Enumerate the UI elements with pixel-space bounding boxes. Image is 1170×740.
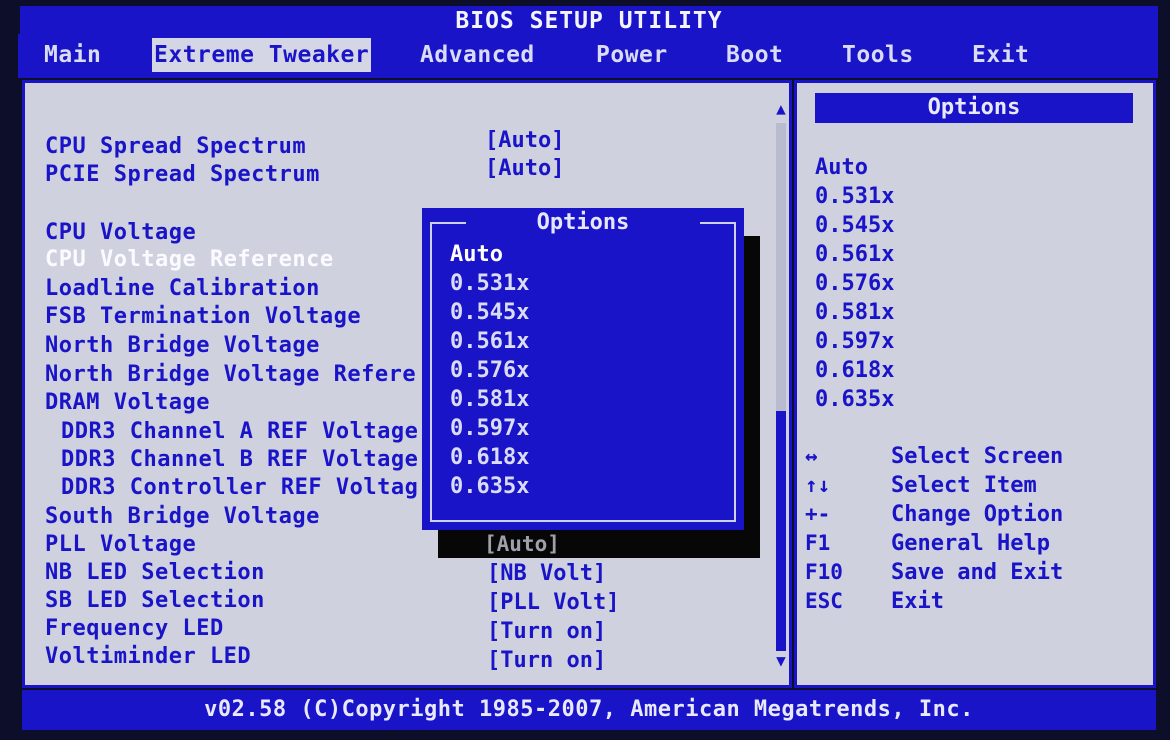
help-option: 0.545x (815, 213, 895, 238)
value-nb-led-selection[interactable]: [NB Volt] (487, 560, 606, 588)
help-option: 0.597x (815, 329, 895, 354)
setting-cpu-voltage[interactable]: CPU Voltage (45, 219, 196, 247)
setting-sb-led-selection[interactable]: SB LED Selection (45, 587, 265, 615)
setting-cpu-spread-spectrum[interactable]: CPU Spread Spectrum (45, 133, 306, 161)
help-option: 0.635x (815, 387, 895, 412)
help-option: 0.531x (815, 184, 895, 209)
key-f10: F10 (805, 560, 843, 584)
shadowed-current-value: [Auto] (484, 532, 560, 556)
value-sb-led-selection[interactable]: [PLL Volt] (487, 589, 619, 617)
setting-loadline-calibration[interactable]: Loadline Calibration (45, 275, 320, 303)
popup-option[interactable]: 0.545x (450, 298, 529, 327)
setting-south-bridge-voltage[interactable]: South Bridge Voltage (45, 503, 320, 531)
setting-north-bridge-voltage-reference[interactable]: North Bridge Voltage Refere (45, 361, 416, 389)
value-pcie-spread-spectrum[interactable]: [Auto] (485, 155, 564, 183)
key-desc-exit: Exit (891, 589, 944, 614)
tab-extreme-tweaker[interactable]: Extreme Tweaker (152, 38, 372, 72)
setting-ddr3-channel-a-ref-voltage[interactable]: DDR3 Channel A REF Voltage (61, 418, 418, 446)
plus-minus-icon: +- (805, 502, 831, 526)
popup-option[interactable]: 0.576x (450, 356, 529, 385)
value-cpu-spread-spectrum[interactable]: [Auto] (485, 127, 564, 155)
up-down-arrows-icon: ↑↓ (805, 473, 831, 497)
popup-option[interactable]: 0.561x (450, 327, 529, 356)
key-desc-save-and-exit: Save and Exit (891, 560, 1064, 585)
scroll-down-arrow-icon[interactable]: ▼ (773, 653, 789, 669)
setting-dram-voltage[interactable]: DRAM Voltage (45, 389, 210, 417)
setting-pll-voltage[interactable]: PLL Voltage (45, 531, 196, 559)
key-desc-change-option: Change Option (891, 502, 1064, 527)
setting-voltiminder-led[interactable]: Voltiminder LED (45, 643, 251, 671)
popup-option[interactable]: 0.597x (450, 414, 529, 443)
setting-nb-led-selection[interactable]: NB LED Selection (45, 559, 265, 587)
popup-option[interactable]: 0.618x (450, 443, 529, 472)
key-desc-select-item: Select Item (891, 473, 1037, 498)
setting-ddr3-channel-b-ref-voltage[interactable]: DDR3 Channel B REF Voltage (61, 446, 418, 474)
tab-advanced[interactable]: Advanced (418, 38, 537, 72)
help-option: 0.561x (815, 242, 895, 267)
popup-option[interactable]: 0.635x (450, 472, 529, 501)
popup-option[interactable]: 0.531x (450, 269, 529, 298)
menu-bar: Main Extreme Tweaker Advanced Power Boot… (18, 34, 1158, 78)
tab-boot[interactable]: Boot (724, 38, 785, 72)
tab-tools[interactable]: Tools (840, 38, 916, 72)
tab-power[interactable]: Power (594, 38, 670, 72)
setting-pcie-spread-spectrum[interactable]: PCIE Spread Spectrum (45, 161, 320, 189)
left-right-arrows-icon: ↔ (805, 444, 818, 468)
help-option: 0.581x (815, 300, 895, 325)
setting-ddr3-controller-ref-voltage[interactable]: DDR3 Controller REF Voltag (61, 474, 418, 502)
popup-title: Options (536, 210, 630, 235)
setting-cpu-voltage-reference[interactable]: CPU Voltage Reference (45, 246, 334, 274)
help-option: 0.618x (815, 358, 895, 383)
value-voltiminder-led[interactable]: [Turn on] (487, 647, 606, 675)
bios-screen: BIOS SETUP UTILITY Main Extreme Tweaker … (0, 0, 1170, 740)
help-option: 0.576x (815, 271, 895, 296)
options-popup: Options Auto 0.531x 0.545x 0.561x 0.576x… (422, 208, 744, 530)
help-panel-header: Options (815, 93, 1133, 123)
setting-north-bridge-voltage[interactable]: North Bridge Voltage (45, 332, 320, 360)
tab-main[interactable]: Main (42, 38, 103, 72)
key-f1: F1 (805, 531, 831, 555)
key-desc-general-help: General Help (891, 531, 1050, 556)
scroll-thumb[interactable] (776, 411, 786, 651)
popup-option-auto[interactable]: Auto (450, 240, 503, 269)
setting-frequency-led[interactable]: Frequency LED (45, 615, 224, 643)
help-option: Auto (815, 155, 868, 180)
popup-option[interactable]: 0.581x (450, 385, 529, 414)
key-desc-select-screen: Select Screen (891, 444, 1064, 469)
help-panel: Options Auto 0.531x 0.545x 0.561x 0.576x… (794, 80, 1156, 688)
setting-fsb-termination-voltage[interactable]: FSB Termination Voltage (45, 303, 361, 331)
copyright-footer: v02.58 (C)Copyright 1985-2007, American … (22, 690, 1156, 730)
scroll-up-arrow-icon[interactable]: ▲ (773, 101, 789, 117)
tab-exit[interactable]: Exit (970, 38, 1031, 72)
window-title: BIOS SETUP UTILITY (20, 6, 1158, 36)
value-frequency-led[interactable]: [Turn on] (487, 618, 606, 646)
scrollbar[interactable]: ▲ ▼ (773, 101, 789, 673)
key-esc: ESC (805, 589, 843, 613)
